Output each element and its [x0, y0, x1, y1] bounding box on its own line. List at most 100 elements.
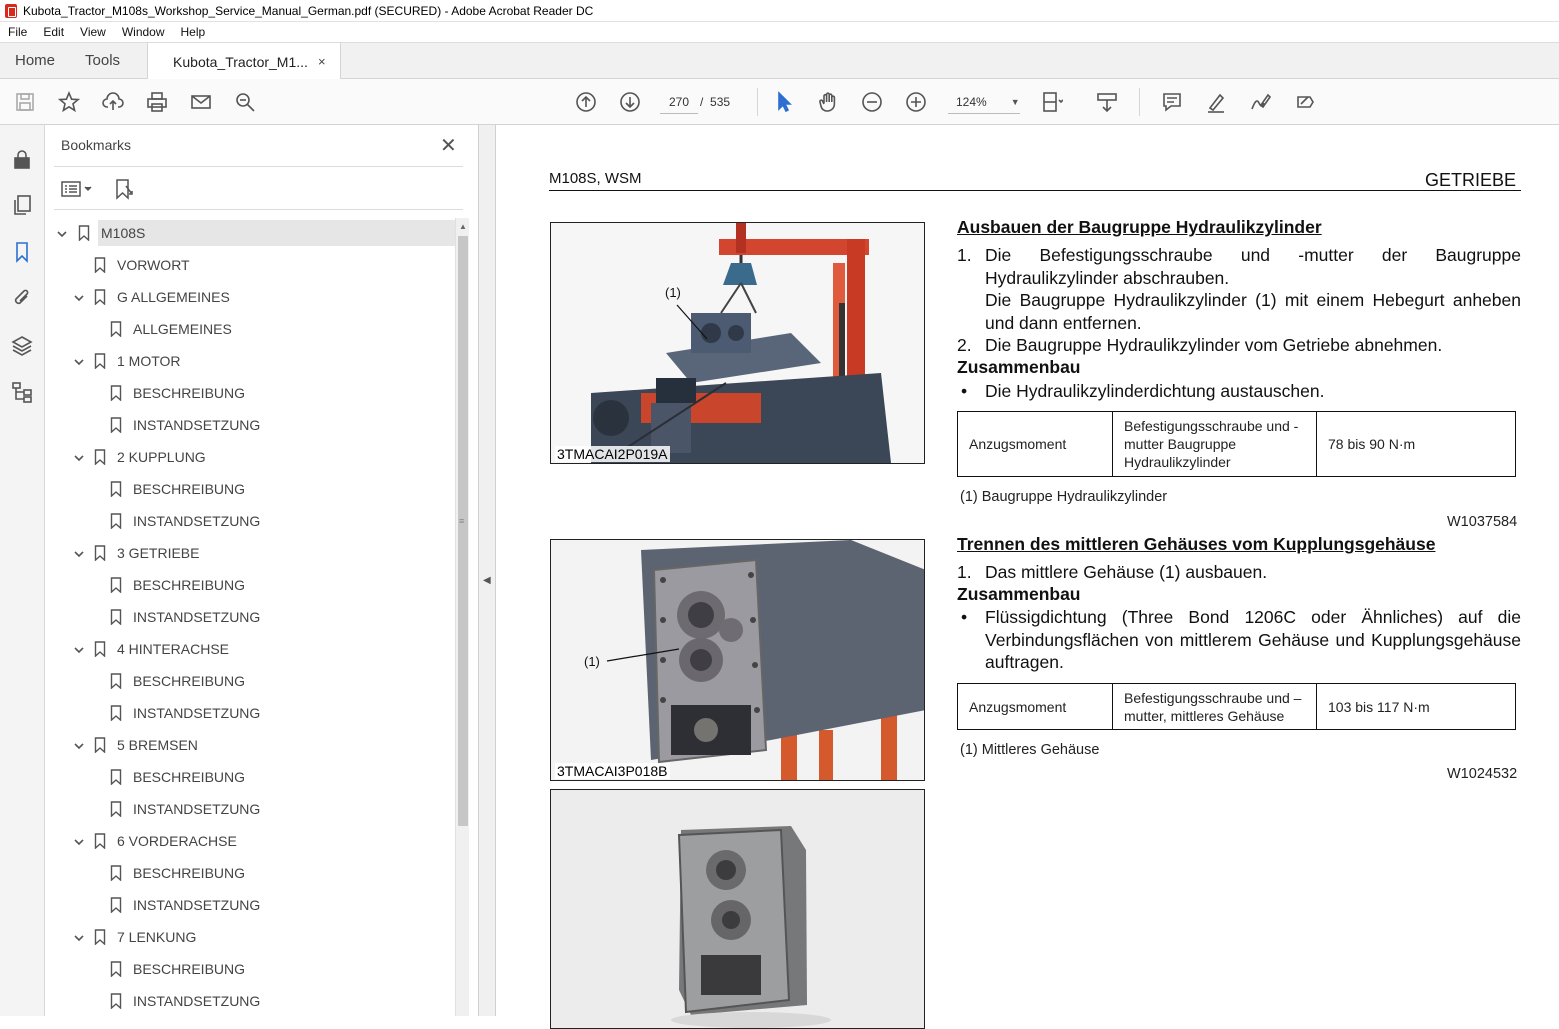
bookmark-item[interactable]: 6 VORDERACHSE [46, 825, 456, 857]
menu-window[interactable]: Window [114, 25, 173, 39]
zoom-in-icon[interactable] [904, 90, 928, 114]
upload-cloud-icon[interactable] [101, 90, 125, 114]
tab-tools[interactable]: Tools [70, 43, 135, 78]
print-icon[interactable] [145, 90, 169, 114]
bookmark-item[interactable]: BESCHREIBUNG [46, 761, 456, 793]
scroll-mode-icon[interactable] [1095, 90, 1119, 114]
page-separator: / [700, 95, 704, 109]
bookmark-item[interactable]: ALLGEMEINES [46, 313, 456, 345]
chevron-down-icon[interactable] [56, 227, 68, 239]
chevron-down-icon[interactable] [73, 355, 85, 367]
new-bookmark-button[interactable] [112, 177, 148, 201]
bookmark-item[interactable]: INSTANDSETZUNG [46, 601, 456, 633]
photo-hydraulic-cylinder: (1) 3TMACAI2P019A [550, 222, 925, 464]
search-icon[interactable] [233, 90, 257, 114]
tab-close-icon[interactable]: × [318, 54, 326, 69]
scroll-up-icon[interactable]: ▲ [459, 222, 467, 231]
next-page-icon[interactable] [618, 90, 642, 114]
page-layout-icon[interactable] [1040, 90, 1064, 114]
scroll-thumb[interactable] [458, 236, 468, 826]
bookmark-options-button[interactable] [60, 177, 96, 201]
attachment-icon[interactable] [10, 286, 34, 310]
bookmark-panel-icon[interactable] [10, 240, 34, 264]
comment-icon[interactable] [1160, 90, 1184, 114]
left-rail [0, 125, 45, 1016]
save-icon[interactable] [13, 90, 37, 114]
collapse-pane-icon[interactable]: ◀ [483, 575, 491, 586]
bookmark-item[interactable]: M108S [46, 217, 456, 249]
select-cursor-icon[interactable] [772, 90, 796, 114]
email-icon[interactable] [189, 90, 213, 114]
bookmark-item[interactable]: INSTANDSETZUNG [46, 985, 456, 1016]
chevron-down-icon[interactable] [73, 739, 85, 751]
bookmark-item[interactable]: BESCHREIBUNG [46, 569, 456, 601]
zoom-out-icon[interactable] [860, 90, 884, 114]
bookmark-tree: M108S VORWORT G ALLGEMEINES ALLGEMEINES 1 MO… [46, 217, 456, 1016]
bookmark-item[interactable]: BESCHREIBUNG [46, 857, 456, 889]
chevron-down-icon[interactable] [73, 291, 85, 303]
bookmark-item[interactable]: INSTANDSETZUNG [46, 505, 456, 537]
menu-help[interactable]: Help [173, 25, 214, 39]
pane-divider [54, 209, 463, 210]
step-text: Das mittlere Gehäuse (1) ausbauen. [985, 562, 1268, 582]
bookmarks-scrollbar[interactable]: ▲ ≡ [455, 218, 469, 1016]
bookmark-item[interactable]: VORWORT [46, 249, 456, 281]
bookmark-item[interactable]: G ALLGEMEINES [46, 281, 456, 313]
bookmark-label: 7 LENKUNG [117, 929, 197, 945]
pane-splitter[interactable]: ◀ [479, 125, 496, 1016]
bookmark-icon [110, 513, 122, 530]
star-icon[interactable] [57, 90, 81, 114]
bookmark-label: INSTANDSETZUNG [133, 705, 261, 721]
bookmark-icon [110, 865, 122, 882]
menu-file[interactable]: File [0, 25, 35, 39]
chevron-down-icon[interactable] [73, 643, 85, 655]
page-thumbnails-icon[interactable] [10, 193, 34, 217]
bookmark-item[interactable]: 1 MOTOR [46, 345, 456, 377]
chevron-down-icon[interactable] [73, 451, 85, 463]
structure-tree-icon[interactable] [10, 380, 34, 404]
tab-home[interactable]: Home [0, 43, 70, 78]
menu-edit[interactable]: Edit [35, 25, 72, 39]
chevron-down-icon[interactable] [73, 931, 85, 943]
lock-icon[interactable] [10, 147, 34, 171]
bookmark-item[interactable]: INSTANDSETZUNG [46, 697, 456, 729]
page-count: / 535 [700, 95, 730, 109]
reference-code: W1037584 [1447, 514, 1518, 530]
bookmark-item[interactable]: 5 BREMSEN [46, 729, 456, 761]
layers-icon[interactable] [10, 333, 34, 357]
close-icon[interactable]: ✕ [440, 133, 457, 158]
bookmark-item[interactable]: BESCHREIBUNG [46, 473, 456, 505]
bookmark-item[interactable]: 2 KUPPLUNG [46, 441, 456, 473]
bookmark-item[interactable]: 3 GETRIEBE [46, 537, 456, 569]
bookmark-item[interactable]: BESCHREIBUNG [46, 953, 456, 985]
zoom-select[interactable]: 124% ▼ [948, 90, 1020, 114]
bookmark-item[interactable]: INSTANDSETZUNG [46, 409, 456, 441]
bullet-mark: • [961, 381, 968, 401]
fill-sign-icon[interactable] [1292, 90, 1316, 114]
assembly-heading: Zusammenbau [957, 357, 1081, 377]
bookmark-label: BESCHREIBUNG [133, 577, 246, 593]
bookmark-item[interactable]: 4 HINTERACHSE [46, 633, 456, 665]
hand-tool-icon[interactable] [816, 90, 840, 114]
bookmark-icon [110, 897, 122, 914]
tab-document[interactable]: Kubota_Tractor_M1... × [147, 43, 341, 80]
section-title: Trennen des mittleren Gehäuses vom Kuppl… [957, 534, 1436, 554]
sign-icon[interactable] [1248, 90, 1272, 114]
bookmark-item[interactable]: INSTANDSETZUNG [46, 889, 456, 921]
chevron-down-icon[interactable] [73, 547, 85, 559]
bookmark-item[interactable]: 7 LENKUNG [46, 921, 456, 953]
bookmark-item[interactable]: BESCHREIBUNG [46, 377, 456, 409]
tab-document-label: Kubota_Tractor_M1... [173, 53, 308, 70]
page-header-right: GETRIEBE [1425, 170, 1517, 190]
previous-page-icon[interactable] [574, 90, 598, 114]
pane-divider [54, 166, 463, 167]
bookmark-item[interactable]: INSTANDSETZUNG [46, 793, 456, 825]
menu-view[interactable]: View [72, 25, 114, 39]
highlight-pen-icon[interactable] [1204, 90, 1228, 114]
bookmark-item[interactable]: BESCHREIBUNG [46, 665, 456, 697]
chevron-down-icon[interactable] [73, 835, 85, 847]
bookmark-label: INSTANDSETZUNG [133, 993, 261, 1009]
bullet-text: Die Hydraulikzylinderdichtung austausche… [985, 381, 1325, 401]
step-text: Die Befestigungsschraube und -mutter der… [985, 245, 1521, 288]
page-number-input[interactable] [660, 90, 698, 114]
